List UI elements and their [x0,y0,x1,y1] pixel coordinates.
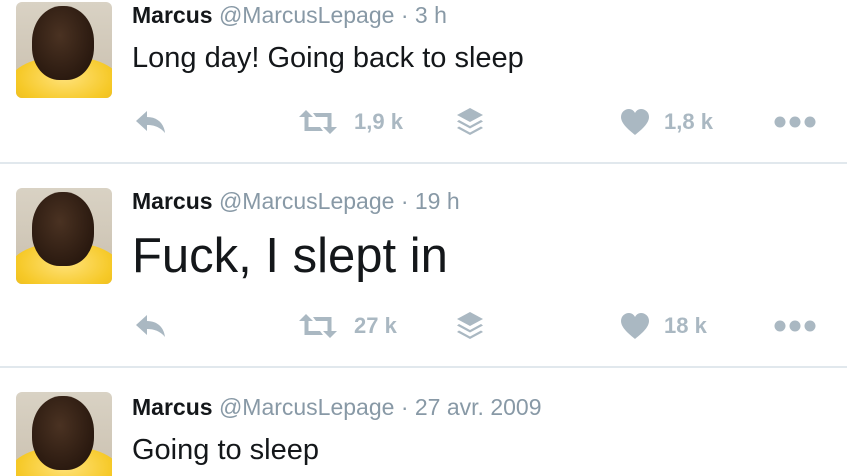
avatar-face [32,396,94,470]
reply-arrow-icon [136,315,165,337]
display-name[interactable]: Marcus [132,2,213,28]
retweet-count: 1,9 k [354,109,403,134]
user-handle[interactable]: @MarcusLepage [219,2,395,28]
layers-icon [457,108,483,135]
tweet-timestamp[interactable]: 19 h [415,188,460,214]
user-handle[interactable]: @MarcusLepage [219,188,395,214]
tweet-card[interactable]: Marcus @MarcusLepage · 19 h Fuck, I slep… [0,164,847,366]
tweet-text: Long day! Going back to sleep [132,42,524,74]
retweet-button[interactable]: 27 k [296,306,397,346]
tweet-actions: 1,9 k 1,8 k [0,102,847,142]
stack-button[interactable] [456,102,484,142]
tweet-text: Fuck, I slept in [132,229,448,283]
header-separator: · [400,188,409,214]
like-count: 18 k [664,313,707,338]
like-button[interactable]: 18 k [620,306,707,346]
tweet-header: Marcus @MarcusLepage · 3 h [132,2,447,29]
user-handle[interactable]: @MarcusLepage [219,394,395,420]
retweet-count: 27 k [354,313,397,338]
display-name[interactable]: Marcus [132,394,213,420]
tweet-card[interactable]: Marcus @MarcusLepage · 3 h Long day! Goi… [0,0,847,162]
tweet-card[interactable]: Marcus @MarcusLepage · 27 avr. 2009 Goin… [0,368,847,476]
header-separator: · [400,394,409,420]
retweet-button[interactable]: 1,9 k [296,102,403,142]
tweet-header: Marcus @MarcusLepage · 27 avr. 2009 [132,394,542,421]
tweet-timestamp[interactable]: 27 avr. 2009 [415,394,542,420]
tweet-text: Going to sleep [132,434,320,466]
tweet-header: Marcus @MarcusLepage · 19 h [132,188,460,215]
avatar[interactable] [16,2,112,98]
tweet-feed: Marcus @MarcusLepage · 3 h Long day! Goi… [0,0,847,476]
reply-button[interactable] [134,102,168,142]
tweet-actions: 27 k 18 k [0,306,847,346]
retweet-icon [299,314,337,338]
like-button[interactable]: 1,8 k [620,102,713,142]
retweet-icon [299,110,337,134]
reply-arrow-icon [136,111,165,133]
heart-icon [621,109,649,135]
stack-button[interactable] [456,306,484,346]
like-count: 1,8 k [664,109,713,134]
heart-icon [621,313,649,339]
avatar[interactable] [16,188,112,284]
avatar-face [32,6,94,80]
more-dots-icon [774,116,816,128]
avatar[interactable] [16,392,112,476]
reply-button[interactable] [134,306,168,346]
more-dots-icon [774,320,816,332]
header-separator: · [400,2,409,28]
more-button[interactable] [774,306,816,346]
display-name[interactable]: Marcus [132,188,213,214]
layers-icon [457,312,483,339]
more-button[interactable] [774,102,816,142]
tweet-timestamp[interactable]: 3 h [415,2,447,28]
avatar-face [32,192,94,266]
